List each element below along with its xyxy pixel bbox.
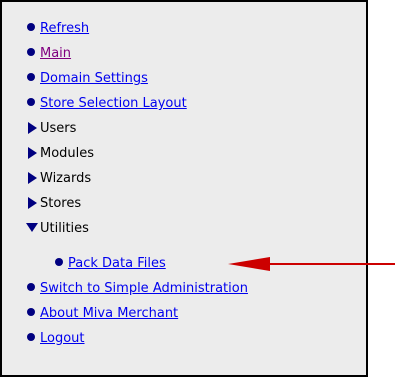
menu-label-users[interactable]: Users: [40, 119, 76, 139]
menu-item-users[interactable]: Users: [20, 119, 76, 139]
menu-item-stores[interactable]: Stores: [20, 194, 81, 214]
menu-item-store-selection-layout[interactable]: Store Selection Layout: [20, 94, 187, 114]
menu-item-main[interactable]: Main: [20, 44, 71, 64]
menu-label-modules[interactable]: Modules: [40, 144, 94, 164]
menu-link-store-selection-layout[interactable]: Store Selection Layout: [40, 94, 187, 114]
red-callout-arrow-icon: [228, 257, 395, 271]
menu-link-domain-settings[interactable]: Domain Settings: [40, 69, 148, 89]
menu-link-pack-data-files[interactable]: Pack Data Files: [68, 254, 166, 274]
collapsed-triangle-icon[interactable]: [20, 194, 40, 214]
menu-item-wizards[interactable]: Wizards: [20, 169, 91, 189]
menu-item-domain-settings[interactable]: Domain Settings: [20, 69, 148, 89]
menu-item-switch-simple-admin[interactable]: Switch to Simple Administration: [20, 279, 248, 299]
bullet-dot-icon: [20, 279, 40, 299]
bullet-dot-icon: [20, 19, 40, 39]
menu-label-wizards[interactable]: Wizards: [40, 169, 91, 189]
menu-link-about-miva-merchant[interactable]: About Miva Merchant: [40, 304, 178, 324]
bullet-dot-icon: [20, 69, 40, 89]
menu-link-main[interactable]: Main: [40, 44, 71, 64]
collapsed-triangle-icon[interactable]: [20, 119, 40, 139]
menu-item-refresh[interactable]: Refresh: [20, 19, 89, 39]
menu-link-switch-simple-admin[interactable]: Switch to Simple Administration: [40, 279, 248, 299]
submenu-item-pack-data-files[interactable]: Pack Data Files: [48, 254, 166, 274]
bullet-dot-icon: [20, 44, 40, 64]
collapsed-triangle-icon[interactable]: [20, 144, 40, 164]
bullet-dot-icon: [20, 304, 40, 324]
menu-label-utilities[interactable]: Utilities: [40, 219, 89, 239]
expanded-triangle-icon[interactable]: [20, 219, 40, 239]
menu-link-refresh[interactable]: Refresh: [40, 19, 89, 39]
menu-link-logout[interactable]: Logout: [40, 329, 85, 349]
admin-menu-panel: Refresh Main Domain Settings Store Selec…: [0, 0, 368, 377]
menu-item-about-miva-merchant[interactable]: About Miva Merchant: [20, 304, 178, 324]
bullet-dot-icon: [20, 94, 40, 114]
menu-item-utilities[interactable]: Utilities: [20, 219, 89, 239]
collapsed-triangle-icon[interactable]: [20, 169, 40, 189]
bullet-dot-icon: [20, 329, 40, 349]
menu-label-stores[interactable]: Stores: [40, 194, 81, 214]
menu-item-logout[interactable]: Logout: [20, 329, 85, 349]
bullet-dot-icon: [48, 254, 68, 274]
menu-item-modules[interactable]: Modules: [20, 144, 94, 164]
